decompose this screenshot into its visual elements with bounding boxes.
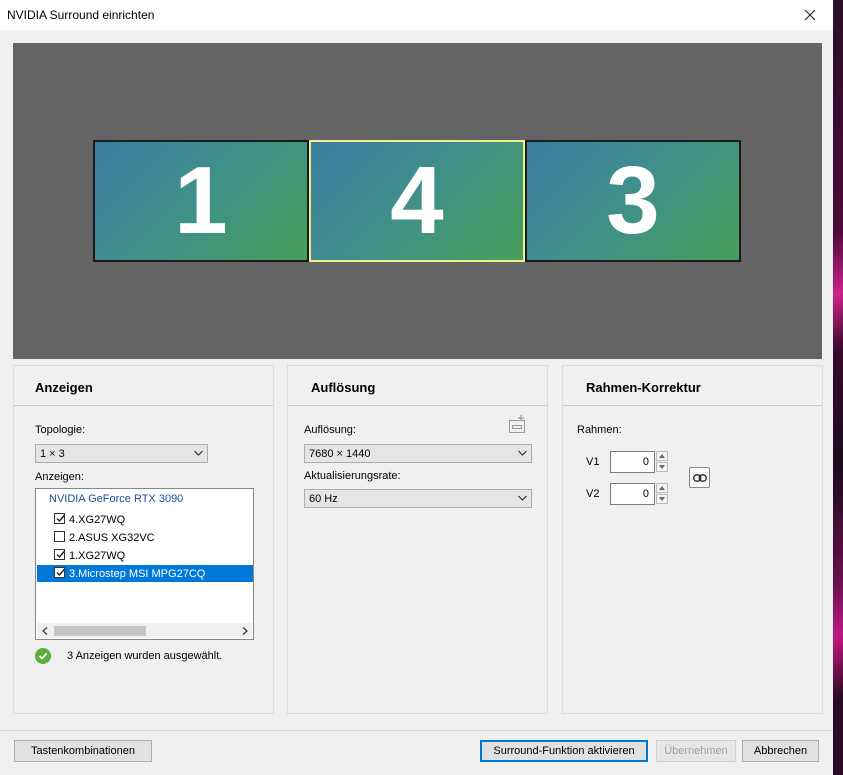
v1-increment-button[interactable] (656, 451, 668, 461)
chevron-down-icon (659, 465, 665, 469)
link-values-button[interactable] (689, 467, 710, 488)
close-icon (804, 9, 816, 21)
chevron-down-icon (194, 450, 203, 456)
chevron-left-icon (41, 626, 47, 635)
refresh-rate-dropdown[interactable]: 60 Hz (304, 489, 532, 508)
resolution-label: Auflösung: (304, 424, 356, 436)
link-icon (692, 473, 707, 482)
topology-dropdown[interactable]: 1 × 3 (35, 444, 208, 463)
horizontal-scrollbar[interactable] (37, 623, 252, 638)
monitor-tile-4[interactable]: 4 (309, 140, 525, 262)
apply-button[interactable]: Übernehmen (656, 740, 736, 762)
v2-increment-button[interactable] (656, 483, 668, 493)
display-list-item[interactable]: 1.XG27WQ (37, 547, 253, 564)
display-label: 1.XG27WQ (69, 550, 126, 562)
display-arrangement-preview: 1 4 3 (13, 43, 822, 359)
display-checkbox[interactable] (54, 567, 66, 578)
topology-value: 1 × 3 (40, 448, 65, 460)
v2-value: 0 (642, 488, 649, 500)
displays-list[interactable]: NVIDIA GeForce RTX 3090 4.XG27WQ 2.ASUS … (35, 488, 254, 640)
monitor-tile-3[interactable]: 3 (525, 140, 741, 262)
add-display-icon[interactable] (508, 414, 528, 434)
chevron-right-icon (242, 626, 248, 635)
window-title: NVIDIA Surround einrichten (7, 8, 155, 22)
v2-spinner (656, 483, 668, 505)
cancel-button[interactable]: Abbrechen (742, 740, 819, 762)
v1-value: 0 (642, 456, 649, 468)
checkmark-icon (56, 568, 66, 577)
monitor-tile-1[interactable]: 1 (93, 140, 309, 262)
activate-surround-button[interactable]: Surround-Funktion aktivieren (480, 740, 648, 762)
v2-input[interactable]: 0 (610, 483, 655, 505)
resolution-dropdown[interactable]: 7680 × 1440 (304, 444, 532, 463)
selection-status: 3 Anzeigen wurden ausgewählt. (67, 650, 223, 662)
checkmark-circle-icon (35, 648, 51, 664)
divider (288, 405, 547, 406)
display-checkbox[interactable] (54, 513, 66, 524)
shortcuts-button[interactable]: Tastenkombinationen (14, 740, 152, 762)
monitor-number: 3 (606, 147, 660, 254)
scroll-right-button[interactable] (237, 623, 252, 638)
chevron-down-icon (659, 497, 665, 501)
v1-spinner (656, 451, 668, 473)
aufloesung-panel-title: Auflösung (311, 380, 376, 395)
footer-divider (0, 730, 833, 731)
rahmen-panel-title: Rahmen-Korrektur (586, 380, 701, 395)
v1-decrement-button[interactable] (656, 462, 668, 472)
display-list-item[interactable]: 4.XG27WQ (37, 511, 253, 528)
gpu-name: NVIDIA GeForce RTX 3090 (49, 493, 184, 505)
refresh-rate-value: 60 Hz (309, 493, 338, 505)
monitor-number: 1 (174, 147, 228, 254)
scrollbar-thumb[interactable] (54, 626, 146, 636)
close-button[interactable] (787, 0, 833, 30)
displays-label: Anzeigen: (35, 471, 84, 483)
display-label: 2.ASUS XG32VC (69, 532, 155, 544)
v2-label: V2 (586, 488, 600, 500)
v1-input[interactable]: 0 (610, 451, 655, 473)
monitor-number: 4 (390, 147, 444, 254)
anzeigen-panel-title: Anzeigen (35, 380, 93, 395)
chevron-up-icon (659, 486, 665, 490)
display-checkbox[interactable] (54, 549, 66, 560)
chevron-up-icon (659, 454, 665, 458)
surround-setup-window: NVIDIA Surround einrichten 1 4 3 Anzeige… (0, 0, 833, 775)
v2-decrement-button[interactable] (656, 494, 668, 504)
checkmark-icon (56, 550, 66, 559)
desktop-background (833, 0, 843, 775)
display-list-item-selected[interactable]: 3.Microstep MSI MPG27CQ (37, 565, 253, 582)
scroll-left-button[interactable] (37, 623, 52, 638)
topology-label: Topologie: (35, 424, 86, 436)
rahmen-label: Rahmen: (577, 424, 622, 436)
divider (14, 405, 273, 406)
display-list-item[interactable]: 2.ASUS XG32VC (37, 529, 253, 546)
chevron-down-icon (518, 450, 527, 456)
refresh-rate-label: Aktualisierungsrate: (304, 470, 401, 482)
display-checkbox[interactable] (54, 531, 65, 542)
divider (563, 405, 822, 406)
checkmark-icon (56, 514, 66, 523)
title-bar: NVIDIA Surround einrichten (0, 0, 833, 30)
v1-label: V1 (586, 456, 600, 468)
rahmen-korrektur-panel: Rahmen-Korrektur (562, 365, 823, 714)
display-label: 4.XG27WQ (69, 514, 126, 526)
resolution-value: 7680 × 1440 (309, 448, 371, 460)
chevron-down-icon (518, 495, 527, 501)
display-label: 3.Microstep MSI MPG27CQ (69, 568, 206, 580)
